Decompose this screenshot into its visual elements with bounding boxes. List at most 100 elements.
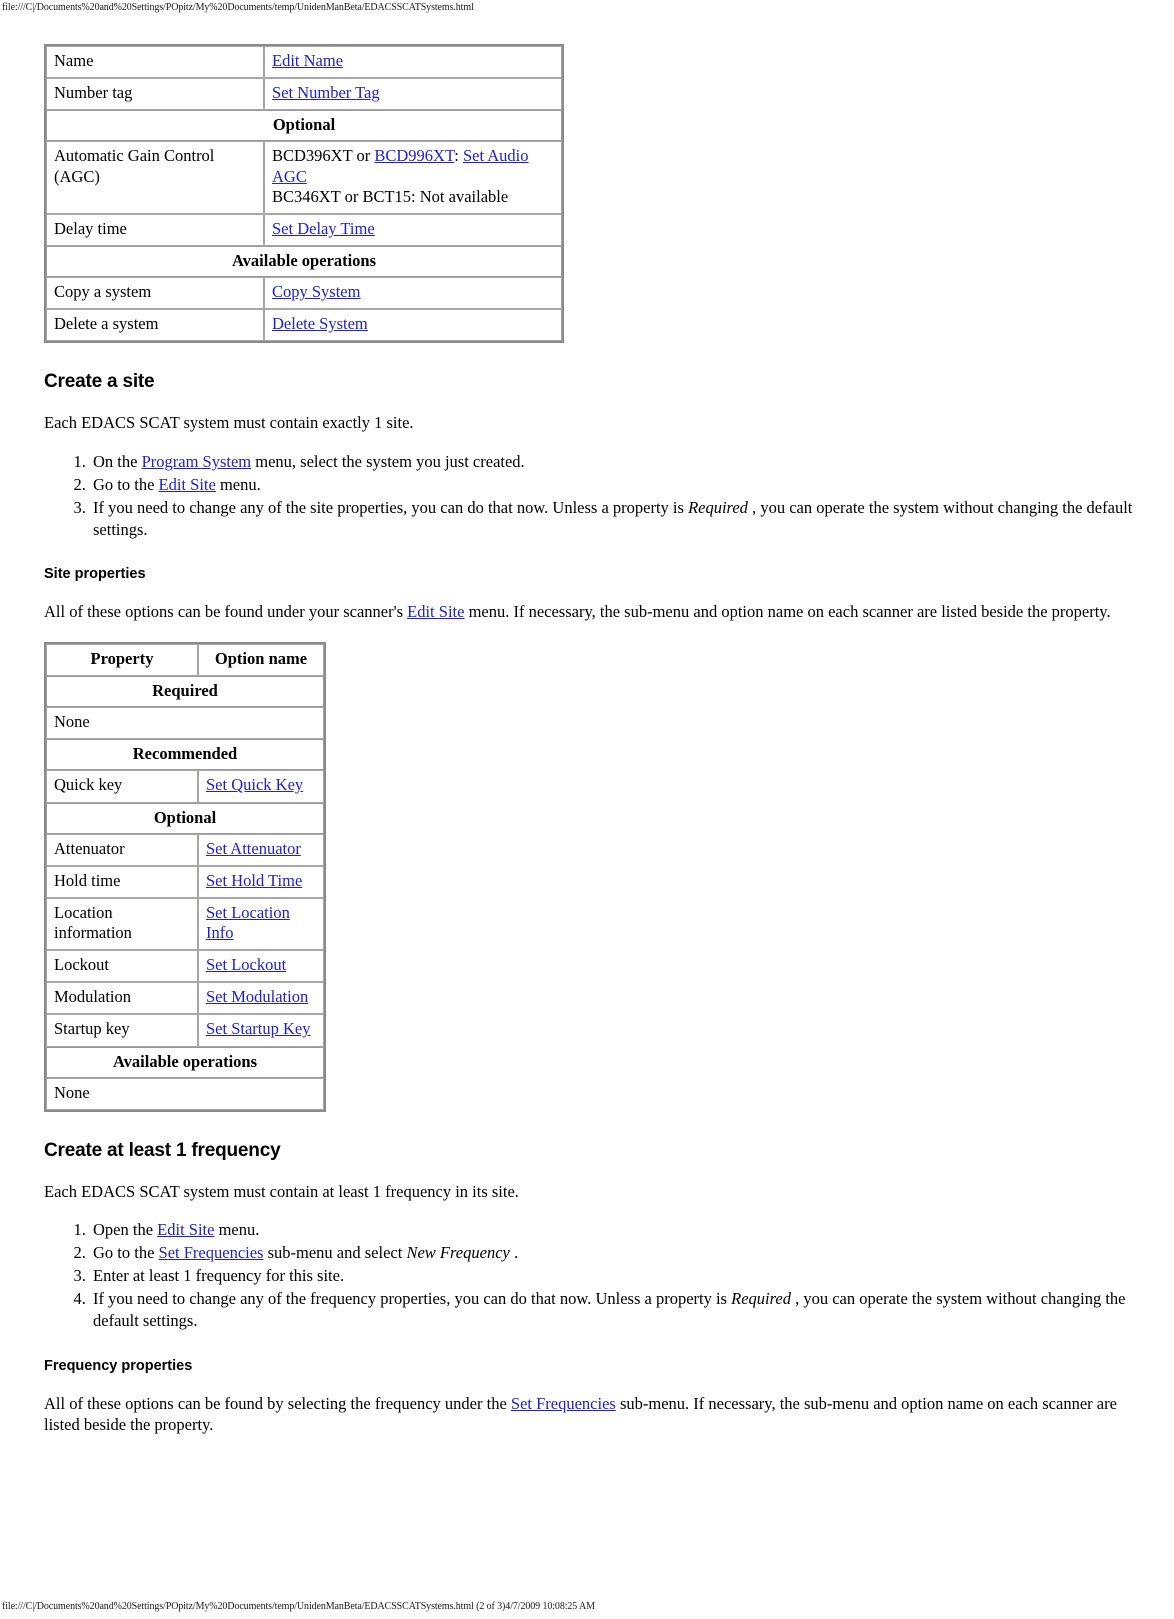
link-delete-system[interactable]: Delete System: [272, 314, 368, 333]
link-edit-site[interactable]: Edit Site: [159, 475, 216, 494]
agc-line-1: BCD396XT or BCD996XT: Set Audio AGC: [272, 146, 529, 186]
option-cell: Set Number Tag: [264, 78, 562, 111]
site-properties-table: Property Option name Required None Recom…: [44, 641, 326, 1112]
table-row: Automatic Gain Control (AGC) BCD396XT or…: [46, 141, 562, 214]
link-set-number-tag[interactable]: Set Number Tag: [272, 83, 380, 102]
table-row: Location information Set Location Info: [46, 897, 324, 951]
table-row: Startup key Set Startup Key: [46, 1014, 324, 1047]
link-edit-site-freq[interactable]: Edit Site: [157, 1220, 214, 1239]
table-row: Lockout Set Lockout: [46, 950, 324, 983]
option-cell: Copy System: [264, 277, 562, 310]
list-item: On the Program System menu, select the s…: [90, 451, 1144, 473]
property-cell: Number tag: [46, 78, 264, 111]
heading-frequency-properties: Frequency properties: [44, 1357, 193, 1374]
system-properties-table: Name Edit Name Number tag Set Number Tag…: [44, 44, 564, 344]
option-cell: Set Quick Key: [198, 770, 324, 803]
list-item: Go to the Set Frequencies sub-menu and s…: [90, 1242, 1144, 1264]
table-row: Quick key Set Quick Key: [46, 770, 324, 803]
table-header-row: Property Option name: [46, 643, 324, 676]
property-cell: Name: [46, 46, 264, 79]
link-program-system[interactable]: Program System: [142, 452, 252, 471]
list-item: If you need to change any of the site pr…: [90, 497, 1144, 541]
link-set-lockout[interactable]: Set Lockout: [206, 955, 286, 974]
emphasis-new-frequency: New Frequency: [406, 1243, 510, 1263]
create-site-steps: On the Program System menu, select the s…: [44, 451, 1144, 541]
site-properties-intro: All of these options can be found under …: [44, 602, 1111, 622]
table-band-row: Available operations: [46, 1046, 324, 1078]
option-cell: Set Lockout: [198, 950, 324, 983]
link-edit-name[interactable]: Edit Name: [272, 51, 343, 70]
agc-line-2: BC346XT or BCT15: Not available: [272, 186, 509, 206]
band-optional: Optional: [46, 802, 324, 834]
table-band-row: Available operations: [46, 245, 562, 277]
property-cell: Location information: [46, 897, 198, 951]
property-cell: Modulation: [46, 982, 198, 1015]
property-cell: Lockout: [46, 950, 198, 983]
create-site-intro: Each EDACS SCAT system must contain exac…: [44, 413, 414, 433]
band-optional: Optional: [46, 110, 562, 142]
property-cell: Quick key: [46, 770, 198, 803]
option-cell: Delete System: [264, 309, 562, 342]
list-item: If you need to change any of the frequen…: [90, 1288, 1144, 1332]
table-row: Name Edit Name: [46, 46, 562, 79]
page-url-footer: file:///C|/Documents%20and%20Settings/PO…: [2, 1601, 595, 1612]
table-row: Delay time Set Delay Time: [46, 213, 562, 246]
link-set-frequencies[interactable]: Set Frequencies: [159, 1243, 264, 1262]
band-required: Required: [46, 676, 324, 708]
table-row: Number tag Set Number Tag: [46, 78, 562, 111]
band-recommended: Recommended: [46, 739, 324, 771]
frequency-properties-intro: All of these options can be found by sel…: [44, 1393, 1117, 1435]
link-bcd996xt[interactable]: BCD996XT: [374, 146, 454, 165]
table-row: Delete a system Delete System: [46, 309, 562, 342]
page-url-header: file:///C|/Documents%20and%20Settings/PO…: [2, 2, 474, 13]
link-edit-site-intro[interactable]: Edit Site: [407, 602, 464, 621]
option-cell: BCD396XT or BCD996XT: Set Audio AGC BC34…: [264, 141, 562, 214]
option-cell: Set Delay Time: [264, 213, 562, 246]
link-set-delay-time[interactable]: Set Delay Time: [272, 219, 375, 238]
link-set-modulation[interactable]: Set Modulation: [206, 987, 308, 1006]
option-cell: Set Startup Key: [198, 1014, 324, 1047]
column-header-option-name: Option name: [198, 643, 324, 676]
heading-create-frequency: Create at least 1 frequency: [44, 1139, 281, 1161]
link-set-location-info[interactable]: Set Location Info: [206, 903, 290, 942]
option-cell: Set Location Info: [198, 897, 324, 951]
link-copy-system[interactable]: Copy System: [272, 282, 360, 301]
option-cell: Set Attenuator: [198, 833, 324, 866]
link-set-hold-time[interactable]: Set Hold Time: [206, 871, 302, 890]
table-row: Hold time Set Hold Time: [46, 865, 324, 898]
table-band-row: Optional: [46, 802, 324, 834]
table-row: Copy a system Copy System: [46, 277, 562, 310]
band-available-operations: Available operations: [46, 245, 562, 277]
list-item: Go to the Edit Site menu.: [90, 474, 1144, 496]
option-cell: Set Modulation: [198, 982, 324, 1015]
property-cell-none: None: [46, 1077, 324, 1110]
list-item: Open the Edit Site menu.: [90, 1219, 1144, 1241]
emphasis-required: Required: [731, 1289, 791, 1308]
property-cell: Delete a system: [46, 309, 264, 342]
property-cell: Startup key: [46, 1014, 198, 1047]
property-cell: Hold time: [46, 865, 198, 898]
band-available-operations: Available operations: [46, 1046, 324, 1078]
link-set-frequencies-intro[interactable]: Set Frequencies: [511, 1394, 616, 1413]
property-cell-none: None: [46, 707, 324, 740]
column-header-property: Property: [46, 643, 198, 676]
property-cell: Automatic Gain Control (AGC): [46, 141, 264, 214]
table-band-row: Recommended: [46, 739, 324, 771]
table-row: Attenuator Set Attenuator: [46, 833, 324, 866]
create-frequency-steps: Open the Edit Site menu. Go to the Set F…: [44, 1219, 1144, 1332]
link-set-quick-key[interactable]: Set Quick Key: [206, 775, 303, 794]
table-band-row: Optional: [46, 110, 562, 142]
property-cell: Copy a system: [46, 277, 264, 310]
heading-site-properties: Site properties: [44, 566, 146, 583]
emphasis-required: Required: [688, 497, 748, 517]
list-item: Enter at least 1 frequency for this site…: [90, 1265, 1144, 1287]
option-cell: Set Hold Time: [198, 865, 324, 898]
table-band-row: Required: [46, 676, 324, 708]
link-set-startup-key[interactable]: Set Startup Key: [206, 1019, 311, 1038]
create-frequency-intro: Each EDACS SCAT system must contain at l…: [44, 1181, 519, 1201]
property-cell: Attenuator: [46, 833, 198, 866]
property-cell: Delay time: [46, 213, 264, 246]
link-set-attenuator[interactable]: Set Attenuator: [206, 839, 301, 858]
option-cell: Edit Name: [264, 46, 562, 79]
heading-create-a-site: Create a site: [44, 371, 155, 393]
